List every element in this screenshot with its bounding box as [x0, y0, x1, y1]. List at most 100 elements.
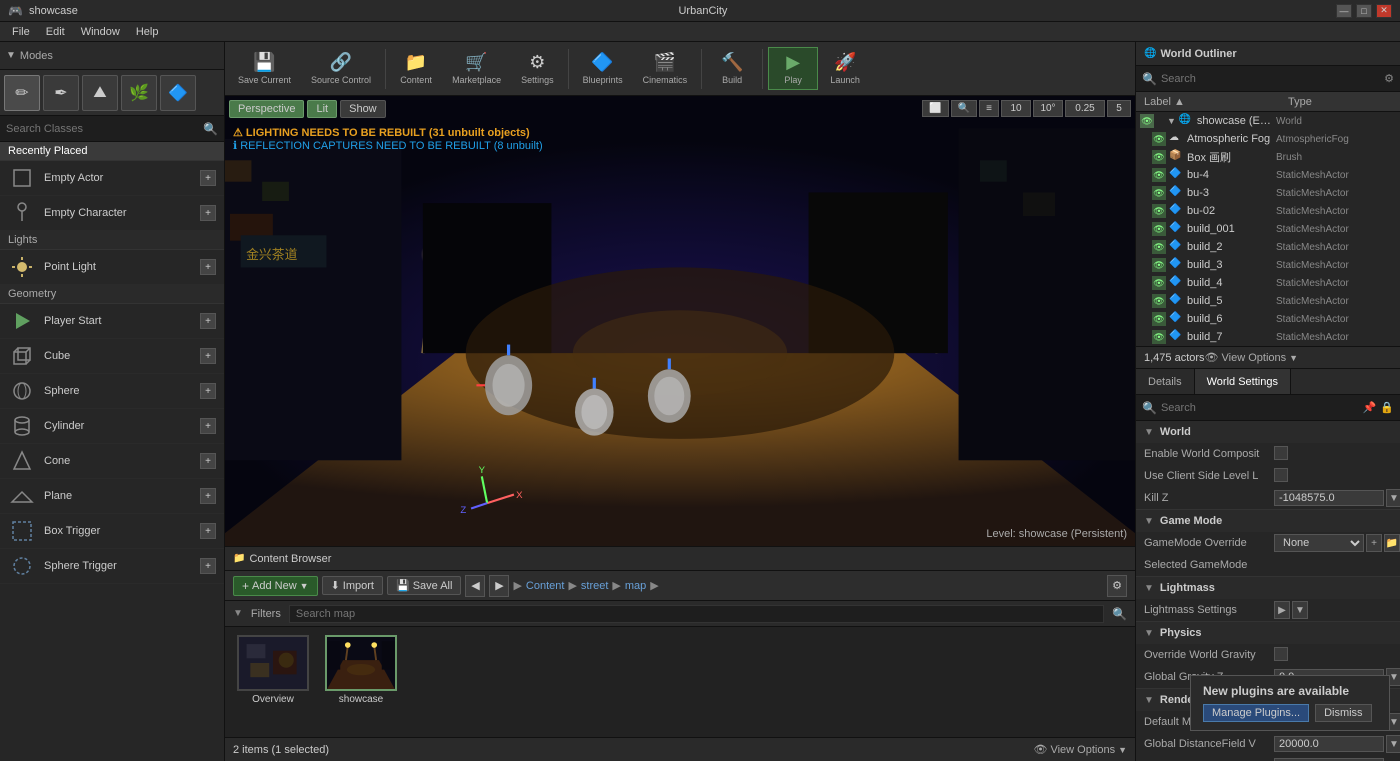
- lightmass-header[interactable]: ▼ Lightmass: [1136, 577, 1400, 599]
- nav-back[interactable]: ◀: [465, 575, 485, 597]
- vp-tool-2[interactable]: 🔍: [951, 100, 977, 117]
- place-item-cube[interactable]: Cube +: [0, 339, 224, 374]
- outliner-item-build2[interactable]: 👁 🔷 build_2 StaticMeshActor: [1136, 238, 1400, 256]
- search-classes-input[interactable]: [6, 123, 203, 135]
- vis-toggle-13[interactable]: 👁: [1152, 330, 1166, 344]
- content-item-showcase[interactable]: showcase: [321, 635, 401, 705]
- col-label[interactable]: Label ▲: [1136, 96, 1280, 108]
- close-button[interactable]: ✕: [1376, 4, 1392, 18]
- outliner-item-build7[interactable]: 👁 🔷 build_7 StaticMeshActor: [1136, 328, 1400, 346]
- outliner-item-atm-fog[interactable]: 👁 ☁ Atmospheric Fog AtmosphericFog: [1136, 130, 1400, 148]
- launch-button[interactable]: 🚀 Launch: [820, 47, 870, 90]
- menu-help[interactable]: Help: [128, 26, 167, 38]
- save-current-button[interactable]: 💾 Save Current: [229, 47, 300, 90]
- perspective-button[interactable]: Perspective: [229, 100, 304, 118]
- content-search-input[interactable]: [289, 605, 1104, 623]
- game-mode-header[interactable]: ▼ Game Mode: [1136, 510, 1400, 532]
- mode-foliage[interactable]: 🌿: [121, 75, 157, 111]
- menu-file[interactable]: File: [4, 26, 38, 38]
- vis-toggle-3[interactable]: 👁: [1152, 150, 1166, 164]
- build-button[interactable]: 🔨 Build: [707, 47, 757, 90]
- dist-field-input[interactable]: [1274, 736, 1384, 752]
- details-search-pin[interactable]: 📌: [1363, 401, 1377, 414]
- category-recently-placed[interactable]: Recently Placed: [0, 142, 224, 161]
- grid-size[interactable]: 10: [1001, 100, 1031, 117]
- lit-button[interactable]: Lit: [307, 100, 337, 118]
- outliner-search-input[interactable]: [1161, 73, 1384, 85]
- tab-details[interactable]: Details: [1136, 369, 1195, 394]
- place-item-player-start[interactable]: Player Start +: [0, 304, 224, 339]
- vis-toggle-7[interactable]: 👁: [1152, 222, 1166, 236]
- vp-tool-3[interactable]: ≡: [979, 100, 999, 117]
- mode-paint[interactable]: ✒: [43, 75, 79, 111]
- lightmass-dropdown[interactable]: ▼: [1292, 601, 1308, 619]
- outliner-item-build3[interactable]: 👁 🔷 build_3 StaticMeshActor: [1136, 256, 1400, 274]
- dismiss-button[interactable]: Dismiss: [1315, 704, 1372, 722]
- tab-world-settings[interactable]: World Settings: [1195, 369, 1291, 394]
- camera-speed[interactable]: 5: [1107, 100, 1131, 117]
- lightmass-expand[interactable]: ▶: [1274, 601, 1290, 619]
- outliner-item-bu02[interactable]: 👁 🔷 bu-02 StaticMeshActor: [1136, 202, 1400, 220]
- vis-toggle-6[interactable]: 👁: [1152, 204, 1166, 218]
- cone-add[interactable]: +: [200, 453, 216, 469]
- outliner-item-box-brush[interactable]: 👁 📦 Box 画刷 Brush: [1136, 148, 1400, 166]
- physics-header[interactable]: ▼ Physics: [1136, 622, 1400, 644]
- box-trigger-add[interactable]: +: [200, 523, 216, 539]
- outliner-view-options[interactable]: 👁 View Options ▼: [1205, 351, 1299, 364]
- vp-tool-1[interactable]: ⬜: [922, 100, 948, 117]
- place-item-empty-character[interactable]: Empty Character +: [0, 196, 224, 231]
- maximize-button[interactable]: □: [1356, 4, 1372, 18]
- player-start-add[interactable]: +: [200, 313, 216, 329]
- outliner-search-settings[interactable]: ⚙: [1384, 72, 1394, 85]
- marketplace-button[interactable]: 🛒 Marketplace: [443, 47, 510, 90]
- plane-add[interactable]: +: [200, 488, 216, 504]
- killz-dropdown[interactable]: ▼: [1386, 489, 1400, 507]
- details-search-input[interactable]: [1161, 402, 1363, 414]
- vis-toggle-5[interactable]: 👁: [1152, 186, 1166, 200]
- outliner-item-showcase-editor[interactable]: 👁 ▼ 🌐 showcase (Editor) World: [1136, 112, 1400, 130]
- outliner-item-build6[interactable]: 👁 🔷 build_6 StaticMeshActor: [1136, 310, 1400, 328]
- content-item-overview[interactable]: Overview: [233, 635, 313, 705]
- sphere-add[interactable]: +: [200, 383, 216, 399]
- override-gravity-checkbox[interactable]: [1274, 647, 1288, 661]
- outliner-item-bu3[interactable]: 👁 🔷 bu-3 StaticMeshActor: [1136, 184, 1400, 202]
- place-item-sphere[interactable]: Sphere +: [0, 374, 224, 409]
- menu-window[interactable]: Window: [73, 26, 128, 38]
- minimize-button[interactable]: —: [1336, 4, 1352, 18]
- vis-toggle-10[interactable]: 👁: [1152, 276, 1166, 290]
- point-light-add[interactable]: +: [200, 259, 216, 275]
- game-mode-browse[interactable]: 📁: [1384, 534, 1400, 552]
- scale-size[interactable]: 0.25: [1065, 100, 1105, 117]
- cylinder-add[interactable]: +: [200, 418, 216, 434]
- empty-character-add[interactable]: +: [200, 205, 216, 221]
- details-search-lock[interactable]: 🔒: [1380, 401, 1394, 414]
- path-settings-button[interactable]: ⚙: [1107, 575, 1127, 597]
- place-item-plane[interactable]: Plane +: [0, 479, 224, 514]
- place-item-point-light[interactable]: Point Light +: [0, 250, 224, 285]
- blueprints-button[interactable]: 🔷 Blueprints: [574, 47, 632, 90]
- outliner-item-build4[interactable]: 👁 🔷 build_4 StaticMeshActor: [1136, 274, 1400, 292]
- angle-size[interactable]: 10°: [1033, 100, 1063, 117]
- add-new-button[interactable]: + Add New ▼: [233, 576, 318, 596]
- compose-checkbox[interactable]: [1274, 446, 1288, 460]
- vis-toggle-8[interactable]: 👁: [1152, 240, 1166, 254]
- cinematics-button[interactable]: 🎬 Cinematics: [634, 47, 697, 90]
- place-item-empty-actor[interactable]: Empty Actor +: [0, 161, 224, 196]
- place-item-sphere-trigger[interactable]: Sphere Trigger +: [0, 549, 224, 584]
- manage-plugins-button[interactable]: Manage Plugins...: [1203, 704, 1309, 722]
- vis-toggle[interactable]: 👁: [1140, 114, 1154, 128]
- category-lights[interactable]: Lights: [0, 231, 224, 250]
- content-view-options[interactable]: 👁 View Options ▼: [1034, 743, 1128, 756]
- vis-toggle-2[interactable]: 👁: [1152, 132, 1166, 146]
- viewport[interactable]: 金兴茶道: [225, 96, 1135, 546]
- filters-label[interactable]: Filters: [251, 608, 281, 620]
- place-item-cone[interactable]: Cone +: [0, 444, 224, 479]
- cube-add[interactable]: +: [200, 348, 216, 364]
- vis-toggle-11[interactable]: 👁: [1152, 294, 1166, 308]
- mode-place[interactable]: ✏: [4, 75, 40, 111]
- dist-field-dropdown[interactable]: ▼: [1386, 735, 1400, 753]
- path-map[interactable]: map: [625, 580, 646, 592]
- category-geometry[interactable]: Geometry: [0, 285, 224, 304]
- save-all-button[interactable]: 💾 Save All: [387, 576, 461, 595]
- world-section-header[interactable]: ▼ World: [1136, 421, 1400, 443]
